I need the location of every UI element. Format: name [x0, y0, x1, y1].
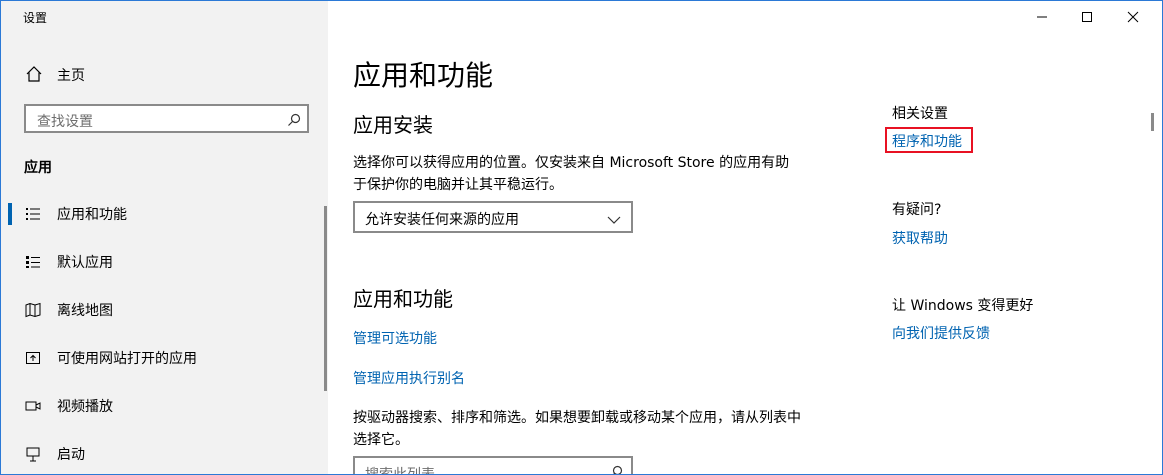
apps-list-search-input[interactable]: 搜索此列表 — [353, 456, 633, 475]
settings-search-input[interactable]: 查找设置 — [24, 104, 309, 133]
sidebar-scrollbar[interactable] — [324, 206, 327, 391]
apps-features-icon — [25, 206, 41, 222]
sidebar-item-default-apps[interactable]: 默认应用 — [1, 241, 321, 281]
sidebar-item-label: 视频播放 — [57, 399, 113, 415]
question-heading: 有疑问? — [892, 202, 942, 218]
sidebar-item-label: 离线地图 — [57, 303, 113, 319]
minimize-button[interactable] — [1019, 1, 1065, 33]
sidebar-item-apps-features[interactable]: 应用和功能 — [1, 193, 321, 233]
sidebar-item-label: 应用和功能 — [57, 207, 127, 223]
default-apps-icon — [25, 254, 41, 270]
app-install-heading: 应用安装 — [353, 113, 433, 137]
maximize-button[interactable] — [1064, 1, 1110, 33]
main-scrollbar[interactable] — [1151, 113, 1154, 131]
apps-features-description: 按驱动器搜索、排序和筛选。如果想要卸载或移动某个应用，请从列表中选择它。 — [353, 410, 801, 448]
offline-maps-icon — [25, 302, 41, 318]
improve-windows-heading: 让 Windows 变得更好 — [892, 298, 1034, 314]
programs-features-link[interactable]: 程序和功能 — [892, 131, 962, 151]
video-playback-icon — [25, 398, 41, 414]
manage-optional-features-link[interactable]: 管理可选功能 — [353, 328, 437, 348]
app-install-source-dropdown[interactable]: 允许安装任何来源的应用 — [353, 201, 633, 233]
chevron-down-icon — [607, 211, 621, 224]
app-install-description: 选择你可以获得应用的位置。仅安装来自 Microsoft Store 的应用有助… — [353, 155, 790, 193]
page-title: 应用和功能 — [353, 59, 494, 92]
dropdown-value: 允许安装任何来源的应用 — [365, 212, 519, 228]
sidebar-item-offline-maps[interactable]: 离线地图 — [1, 289, 321, 329]
search-icon — [287, 112, 301, 126]
apps-list-search-placeholder: 搜索此列表 — [365, 467, 435, 475]
apps-for-websites-icon — [25, 350, 41, 366]
manage-app-alias-link[interactable]: 管理应用执行别名 — [353, 368, 465, 388]
window-title: 设置 — [23, 11, 48, 25]
sidebar-item-apps-for-websites[interactable]: 可使用网站打开的应用 — [1, 337, 321, 377]
settings-search-placeholder: 查找设置 — [37, 114, 93, 130]
startup-icon — [25, 446, 41, 462]
sidebar-item-label: 启动 — [57, 447, 85, 463]
settings-window: 设置 主页 查找设置 应用 应用和功能 默认应用 离线地图 可使用网站打开的应用… — [0, 0, 1163, 475]
feedback-link[interactable]: 向我们提供反馈 — [892, 323, 990, 343]
sidebar-section-label: 应用 — [24, 160, 52, 176]
get-help-link[interactable]: 获取帮助 — [892, 228, 948, 248]
minimize-icon — [1037, 16, 1047, 18]
apps-features-heading: 应用和功能 — [353, 287, 453, 311]
search-icon — [609, 464, 623, 474]
sidebar-home[interactable]: 主页 — [1, 59, 328, 89]
home-icon — [25, 65, 43, 83]
close-icon — [1127, 11, 1139, 23]
sidebar-item-startup[interactable]: 启动 — [1, 433, 321, 473]
sidebar-item-video-playback[interactable]: 视频播放 — [1, 385, 321, 425]
sidebar-home-label: 主页 — [57, 68, 85, 84]
related-settings-heading: 相关设置 — [892, 106, 948, 122]
close-button[interactable] — [1110, 1, 1156, 33]
sidebar-item-label: 可使用网站打开的应用 — [57, 351, 197, 367]
maximize-icon — [1082, 12, 1092, 22]
sidebar: 设置 主页 查找设置 应用 应用和功能 默认应用 离线地图 可使用网站打开的应用… — [1, 1, 328, 474]
sidebar-item-label: 默认应用 — [57, 255, 113, 271]
